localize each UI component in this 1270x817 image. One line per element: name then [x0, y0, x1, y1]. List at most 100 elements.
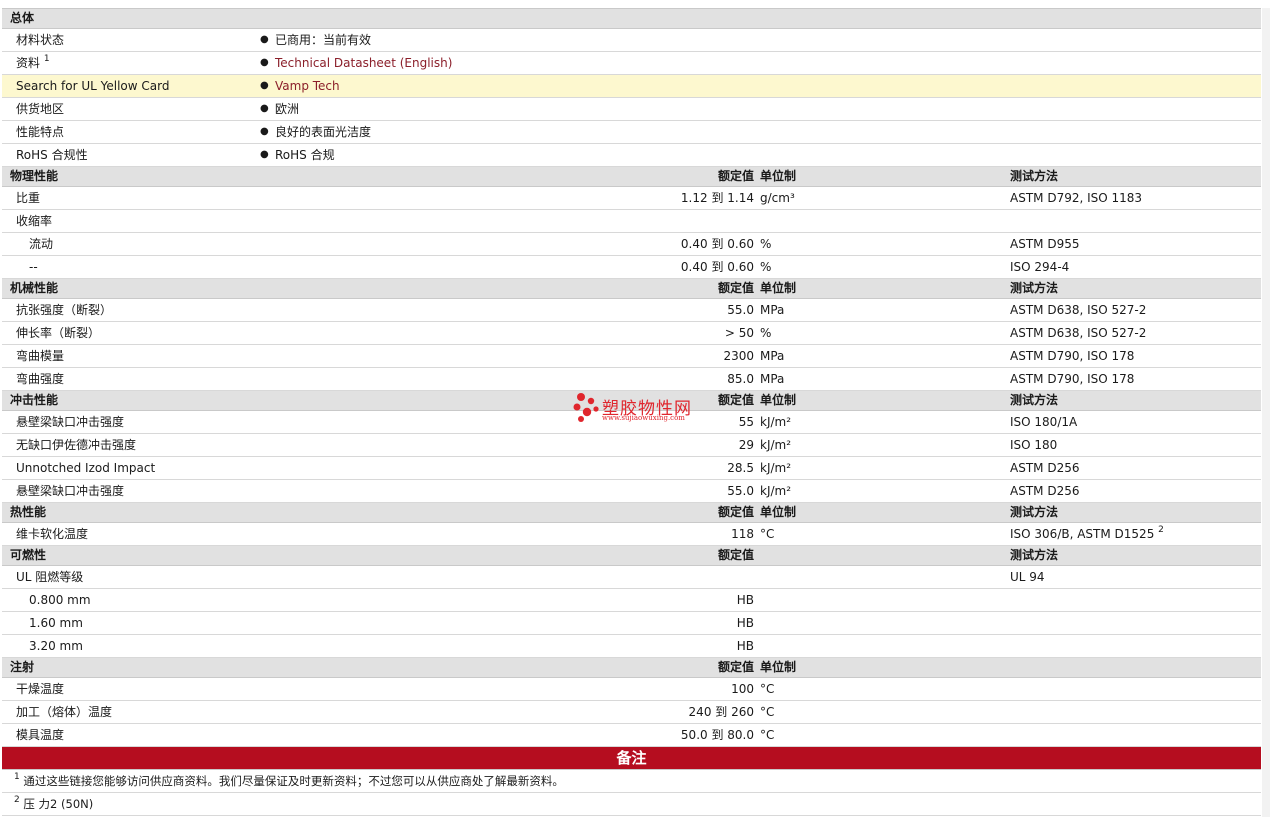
- property-label: 干燥温度: [16, 682, 65, 696]
- property-row: Unnotched Izod Impact 28.5 kJ/m² ASTM D256: [2, 457, 1261, 480]
- test-method: ASTM D638, ISO 527-2: [1010, 326, 1147, 340]
- bullet-icon: ●: [260, 103, 269, 114]
- method-header: 测试方法: [1010, 169, 1059, 183]
- section-header: 机械性能 额定值 单位制 测试方法: [2, 279, 1261, 299]
- property-label: 模具温度: [16, 728, 65, 742]
- property-row: 弯曲强度 85.0 MPa ASTM D790, ISO 178: [2, 368, 1261, 391]
- unit-header: 单位制: [760, 660, 797, 674]
- property-row: 比重 1.12 到 1.14 g/cm³ ASTM D792, ISO 1183: [2, 187, 1261, 210]
- nominal-value: 1.12 到 1.14: [680, 191, 754, 205]
- unit-value: %: [760, 326, 772, 340]
- property-row: 0.800 mm HB: [2, 589, 1261, 612]
- general-row: 材料状态 ● 已商用：当前有效: [2, 29, 1261, 52]
- row-value: 已商用：当前有效: [275, 33, 372, 47]
- remarks-header: 备注: [2, 747, 1261, 770]
- watermark-url: www.sujiaowuxing.com: [602, 414, 685, 422]
- unit-value: %: [760, 237, 772, 251]
- test-method: ISO 294-4: [1010, 260, 1070, 274]
- property-label: 1.60 mm: [29, 616, 83, 630]
- test-method-text: ISO 306/B, ASTM D1525: [1010, 527, 1155, 541]
- unit-value: MPa: [760, 372, 785, 386]
- unit-value: %: [760, 260, 772, 274]
- nominal-value: 28.5: [727, 461, 754, 475]
- nominal-header: 额定值: [717, 505, 754, 519]
- property-row: 弯曲模量 2300 MPa ASTM D790, ISO 178: [2, 345, 1261, 368]
- property-label: 0.800 mm: [29, 593, 91, 607]
- property-label: 抗张强度（断裂）: [16, 303, 113, 317]
- property-label: --: [29, 260, 38, 274]
- footnote-marker: 1: [43, 54, 50, 64]
- test-method: UL 94: [1010, 570, 1045, 584]
- row-value: 良好的表面光洁度: [275, 125, 372, 139]
- unit-value: MPa: [760, 303, 785, 317]
- test-method: ASTM D256: [1010, 461, 1080, 475]
- section-title: 可燃性: [10, 548, 47, 562]
- nominal-value: 0.40 到 0.60: [680, 260, 754, 274]
- nominal-header: 额定值: [717, 281, 754, 295]
- section-header-general: 总体: [2, 9, 1261, 29]
- unit-value: kJ/m²: [760, 461, 792, 475]
- method-header: 测试方法: [1010, 281, 1059, 295]
- value-link[interactable]: Technical Datasheet (English): [275, 52, 452, 74]
- row-label: Search for UL Yellow Card: [16, 79, 170, 93]
- test-method: ISO 180: [1010, 438, 1058, 452]
- row-label: 性能特点: [16, 125, 65, 139]
- bullet-icon: ●: [260, 80, 269, 91]
- property-row: 维卡软化温度 118 °C ISO 306/B, ASTM D1525 2: [2, 523, 1261, 546]
- row-label: 供货地区: [16, 102, 65, 116]
- unit-value: °C: [760, 527, 775, 541]
- nominal-value: 118: [731, 527, 754, 541]
- row-value: 欧洲: [275, 102, 300, 116]
- nominal-value: 2300: [723, 349, 754, 363]
- unit-value: kJ/m²: [760, 438, 792, 452]
- general-row: RoHS 合规性 ● RoHS 合规: [2, 144, 1261, 167]
- nominal-header: 额定值: [717, 393, 754, 407]
- property-label: 比重: [16, 191, 41, 205]
- property-row: 收缩率: [2, 210, 1261, 233]
- section-header: 热性能 额定值 单位制 测试方法: [2, 503, 1261, 523]
- section-title: 注射: [10, 660, 35, 674]
- general-row: 资料 1 ● Technical Datasheet (English): [2, 52, 1261, 75]
- property-label: 3.20 mm: [29, 639, 83, 653]
- section-title: 总体: [10, 11, 35, 25]
- nominal-value: HB: [736, 593, 754, 607]
- property-label: 弯曲模量: [16, 349, 65, 363]
- property-label: UL 阻燃等级: [16, 570, 84, 584]
- general-row: 供货地区 ● 欧洲: [2, 98, 1261, 121]
- unit-header: 单位制: [760, 281, 797, 295]
- method-header: 测试方法: [1010, 393, 1059, 407]
- property-row: 1.60 mm HB: [2, 612, 1261, 635]
- nominal-value: 29: [738, 438, 754, 452]
- row-label: 资料 1: [16, 54, 50, 71]
- value-link[interactable]: Vamp Tech: [275, 75, 340, 97]
- unit-header: 单位制: [760, 393, 797, 407]
- bullet-icon: ●: [260, 57, 269, 68]
- test-method: ASTM D790, ISO 178: [1010, 372, 1135, 386]
- nominal-header: 额定值: [717, 660, 754, 674]
- vertical-scrollbar[interactable]: [1262, 8, 1270, 817]
- section-title: 热性能: [10, 505, 47, 519]
- nominal-value: 85.0: [727, 372, 754, 386]
- nominal-header: 额定值: [717, 548, 754, 562]
- footnote-number: 1: [14, 772, 20, 782]
- row-label: RoHS 合规性: [16, 148, 88, 162]
- nominal-value: > 50: [724, 326, 754, 340]
- property-row: 伸长率（断裂） > 50% ASTM D638, ISO 527-2: [2, 322, 1261, 345]
- bullet-icon: ●: [260, 126, 269, 137]
- nominal-value: 240 到 260: [688, 705, 754, 719]
- property-row: -- 0.40 到 0.60% ISO 294-4: [2, 256, 1261, 279]
- row-value: RoHS 合规: [275, 148, 335, 162]
- nominal-value: 100: [731, 682, 754, 696]
- section-title: 机械性能: [10, 281, 59, 295]
- method-header: 测试方法: [1010, 505, 1059, 519]
- property-label: 弯曲强度: [16, 372, 65, 386]
- test-method: ASTM D256: [1010, 484, 1080, 498]
- nominal-value: 0.40 到 0.60: [680, 237, 754, 251]
- property-label: Unnotched Izod Impact: [16, 461, 156, 475]
- footnote-number: 2: [14, 795, 20, 805]
- footnote-marker: 2: [1158, 525, 1164, 535]
- test-method: ASTM D638, ISO 527-2: [1010, 303, 1147, 317]
- property-row: 抗张强度（断裂） 55.0 MPa ASTM D638, ISO 527-2: [2, 299, 1261, 322]
- nominal-header: 额定值: [717, 169, 754, 183]
- nominal-value: 55.0: [727, 303, 754, 317]
